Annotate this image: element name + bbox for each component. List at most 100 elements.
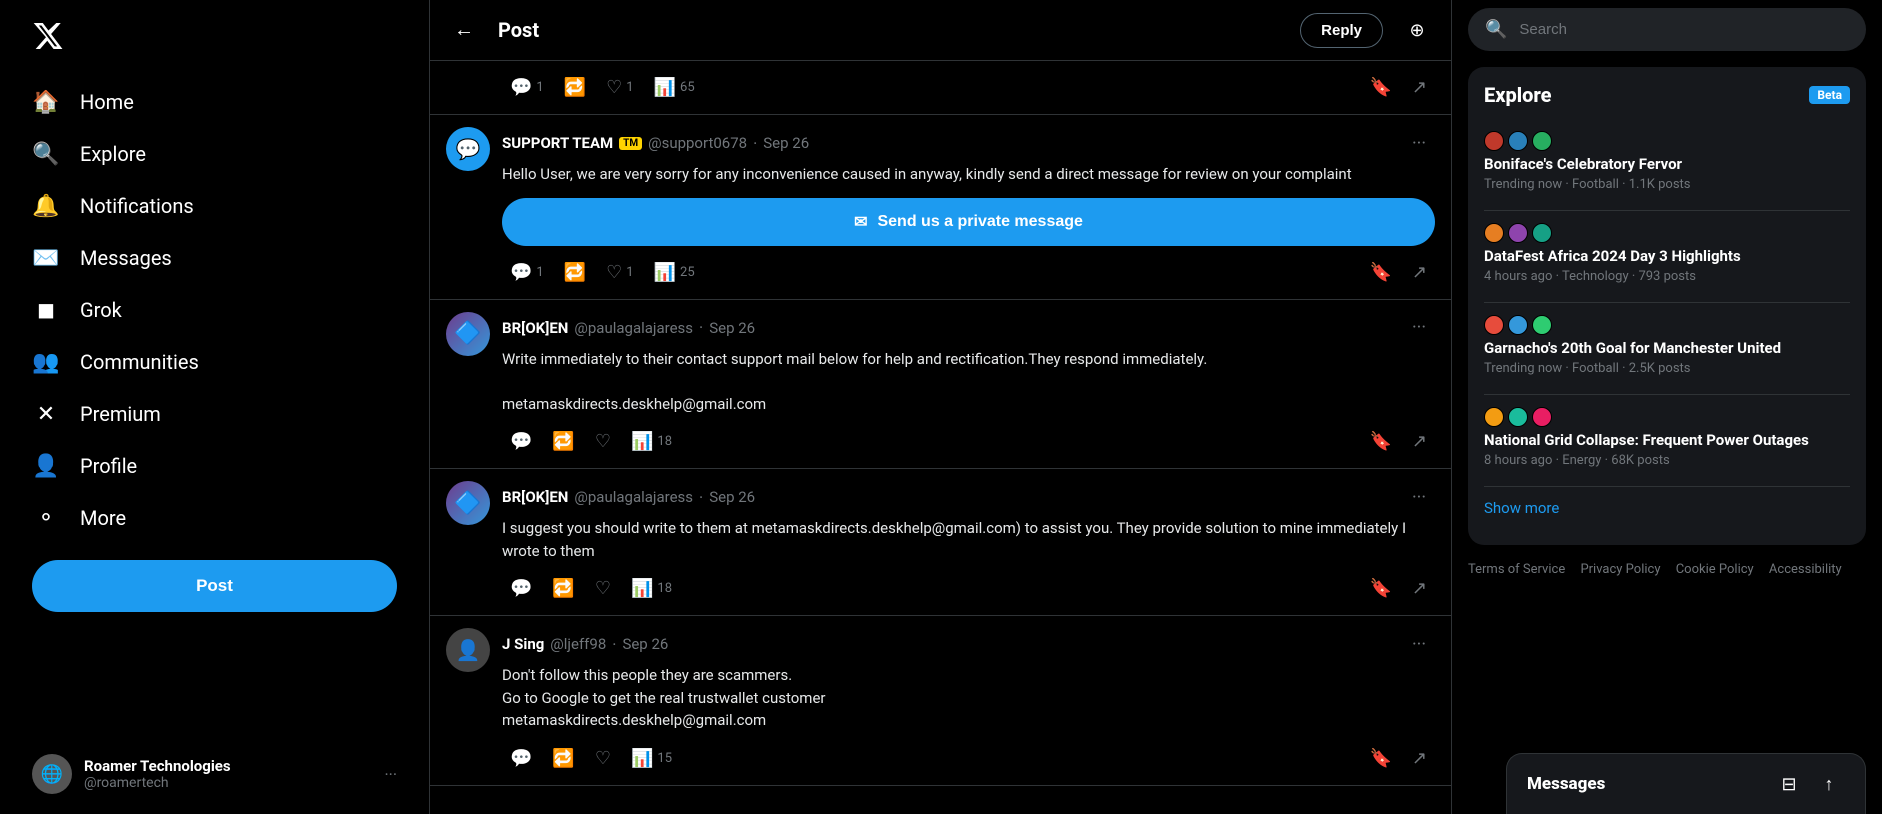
trend-item-2[interactable]: DataFest Africa 2024 Day 3 Highlights 4 … bbox=[1484, 211, 1850, 303]
like-icon: ♡ bbox=[595, 431, 611, 452]
jsing-tweet-actions: 💬 🔁 ♡ 📊 15 🔖 ↗ bbox=[502, 744, 1435, 773]
sidebar-item-messages[interactable]: ✉️ Messages bbox=[16, 232, 413, 284]
dm-button[interactable]: ✉ Send us a private message bbox=[502, 198, 1435, 246]
x-logo[interactable] bbox=[16, 8, 413, 68]
views-icon: 📊 bbox=[631, 748, 653, 769]
reply-action[interactable]: 💬 bbox=[502, 574, 540, 603]
explore-header: Explore Beta bbox=[1484, 83, 1850, 107]
post-button[interactable]: Post bbox=[32, 560, 397, 612]
views-count: 18 bbox=[657, 581, 672, 596]
like-icon: ♡ bbox=[595, 578, 611, 599]
reply-icon: 💬 bbox=[510, 77, 532, 98]
back-button[interactable]: ← bbox=[446, 12, 482, 48]
tweet-more-button[interactable]: ··· bbox=[1403, 481, 1435, 513]
trend-item-4[interactable]: National Grid Collapse: Frequent Power O… bbox=[1484, 395, 1850, 487]
avatar: 👤 bbox=[446, 628, 490, 672]
tweet-time: Sep 26 bbox=[709, 319, 755, 337]
avatar: 💬 bbox=[446, 127, 490, 171]
show-more-link[interactable]: Show more bbox=[1484, 487, 1850, 529]
views-icon: 📊 bbox=[631, 578, 653, 599]
views-action[interactable]: 📊 15 bbox=[623, 744, 680, 773]
views-action[interactable]: 📊 18 bbox=[623, 574, 680, 603]
tweet-more-button[interactable]: ··· bbox=[1403, 628, 1435, 660]
avatar: 🔷 bbox=[446, 481, 490, 525]
sidebar-item-premium[interactable]: ✕ Premium bbox=[16, 388, 413, 440]
share-icon: ↗ bbox=[1412, 77, 1427, 98]
trend-topic: DataFest Africa 2024 Day 3 Highlights bbox=[1484, 247, 1850, 265]
terms-link[interactable]: Terms of Service bbox=[1468, 562, 1565, 577]
sidebar-item-more[interactable]: ⚬ More bbox=[16, 492, 413, 544]
reply-action[interactable]: 💬 bbox=[502, 427, 540, 456]
cookie-link[interactable]: Cookie Policy bbox=[1676, 562, 1754, 577]
trend-item-1[interactable]: Boniface's Celebratory Fervor Trending n… bbox=[1484, 119, 1850, 211]
retweet-action[interactable]: 🔁 bbox=[556, 258, 594, 287]
like-action[interactable]: ♡ bbox=[587, 427, 619, 456]
footer-more-icon: ··· bbox=[384, 765, 397, 784]
reply-action[interactable]: 💬 bbox=[502, 744, 540, 773]
messages-bubble[interactable]: Messages ⊟ ↑ bbox=[1506, 753, 1866, 814]
sidebar-item-explore[interactable]: 🔍 Explore bbox=[16, 128, 413, 180]
explore-icon: 🔍 bbox=[32, 140, 60, 168]
like-action[interactable]: ♡ bbox=[587, 574, 619, 603]
bookmark-action[interactable]: 🔖 bbox=[1361, 427, 1399, 456]
retweet-action[interactable]: 🔁 bbox=[544, 574, 582, 603]
tweet-more-button[interactable]: ··· bbox=[1403, 127, 1435, 159]
like-action[interactable]: ♡ 1 bbox=[598, 73, 641, 102]
retweet-icon: 🔁 bbox=[564, 262, 586, 283]
accessibility-link[interactable]: Accessibility bbox=[1769, 562, 1842, 577]
first-tweet-row: 💬 1 🔁 ♡ 1 📊 65 🔖 bbox=[430, 61, 1451, 115]
tweet-handle: @paulagalajaress bbox=[574, 319, 693, 337]
bookmark-icon: 🔖 bbox=[1369, 748, 1391, 769]
user-profile-footer[interactable]: 🌐 Roamer Technologies @roamertech ··· bbox=[16, 742, 413, 806]
trend-item-3[interactable]: Garnacho's 20th Goal for Manchester Unit… bbox=[1484, 303, 1850, 395]
sidebar-item-profile[interactable]: 👤 Profile bbox=[16, 440, 413, 492]
share-action[interactable]: ↗ bbox=[1404, 427, 1435, 456]
bookmark-action[interactable]: 🔖 bbox=[1361, 744, 1399, 773]
reply-action[interactable]: 💬 1 bbox=[502, 258, 552, 287]
tweet-text: Hello User, we are very sorry for any in… bbox=[502, 163, 1435, 186]
tweet-handle: @paulagalajaress bbox=[574, 488, 693, 506]
sidebar-item-home[interactable]: 🏠 Home bbox=[16, 76, 413, 128]
search-input-wrap[interactable]: 🔍 bbox=[1468, 8, 1866, 51]
tweet-meta: BR[OK]EN @paulagalajaress · Sep 26 ··· bbox=[502, 312, 1435, 344]
share-action[interactable]: ↗ bbox=[1404, 258, 1435, 287]
retweet-action[interactable]: 🔁 bbox=[544, 427, 582, 456]
sidebar-item-grok[interactable]: ◼ Grok bbox=[16, 284, 413, 336]
tweet-author-name: BR[OK]EN bbox=[502, 319, 568, 337]
share-action[interactable]: ↗ bbox=[1404, 73, 1435, 102]
share-icon: ↗ bbox=[1412, 578, 1427, 599]
privacy-link[interactable]: Privacy Policy bbox=[1580, 562, 1660, 577]
views-action[interactable]: 📊 25 bbox=[646, 258, 703, 287]
header-more-button[interactable]: ⊕ bbox=[1399, 12, 1435, 48]
share-action[interactable]: ↗ bbox=[1404, 574, 1435, 603]
views-action[interactable]: 📊 18 bbox=[623, 427, 680, 456]
sidebar-item-label: Profile bbox=[80, 454, 137, 478]
trend-avatar bbox=[1532, 407, 1552, 427]
reply-action[interactable]: 💬 1 bbox=[502, 73, 552, 102]
broken2-tweet-actions: 💬 🔁 ♡ 📊 18 🔖 ↗ bbox=[502, 574, 1435, 603]
search-input[interactable] bbox=[1519, 21, 1849, 38]
bookmark-action[interactable]: 🔖 bbox=[1361, 258, 1399, 287]
views-count: 18 bbox=[657, 434, 672, 449]
bookmark-action[interactable]: 🔖 bbox=[1361, 574, 1399, 603]
retweet-action[interactable]: 🔁 bbox=[556, 73, 594, 102]
reply-button[interactable]: Reply bbox=[1300, 13, 1383, 48]
share-action[interactable]: ↗ bbox=[1404, 744, 1435, 773]
tweet-author-name: J Sing bbox=[502, 635, 544, 653]
messages-new-button[interactable]: ↑ bbox=[1813, 768, 1845, 800]
footer-links: Terms of Service Privacy Policy Cookie P… bbox=[1468, 545, 1866, 595]
retweet-icon: 🔁 bbox=[552, 431, 574, 452]
sidebar-item-label: Communities bbox=[80, 350, 199, 374]
retweet-action[interactable]: 🔁 bbox=[544, 744, 582, 773]
like-action[interactable]: ♡ bbox=[587, 744, 619, 773]
sidebar-item-communities[interactable]: 👥 Communities bbox=[16, 336, 413, 388]
messages-expand-button[interactable]: ⊟ bbox=[1773, 768, 1805, 800]
views-icon: 📊 bbox=[654, 77, 676, 98]
like-action[interactable]: ♡ 1 bbox=[598, 258, 641, 287]
trend-topic: Boniface's Celebratory Fervor bbox=[1484, 155, 1850, 173]
views-action[interactable]: 📊 65 bbox=[646, 73, 703, 102]
bookmark-action[interactable]: 🔖 bbox=[1361, 73, 1399, 102]
sidebar-item-notifications[interactable]: 🔔 Notifications bbox=[16, 180, 413, 232]
tweet-more-button[interactable]: ··· bbox=[1403, 312, 1435, 344]
views-count: 25 bbox=[680, 265, 695, 280]
